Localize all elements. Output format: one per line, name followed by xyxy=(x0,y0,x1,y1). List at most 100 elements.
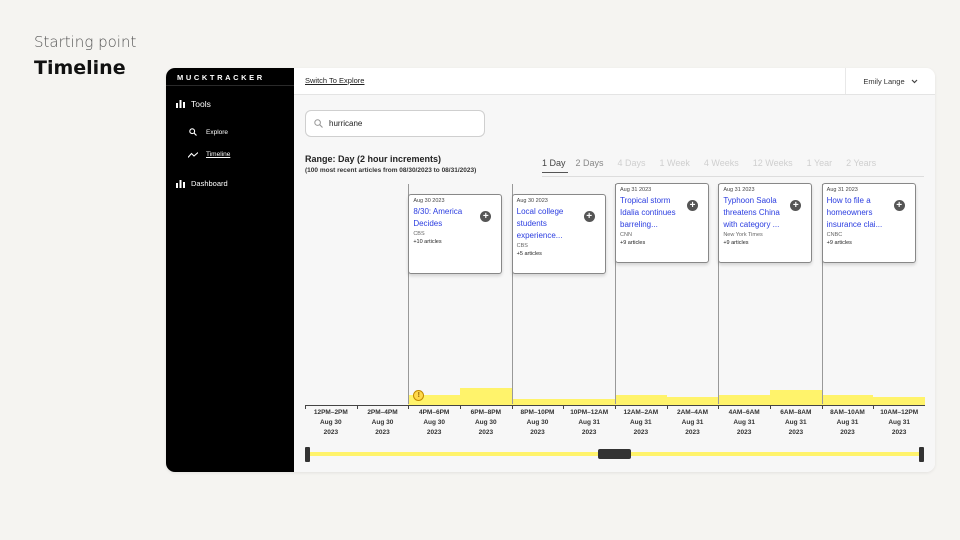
volume-bar xyxy=(770,390,822,405)
range-subtitle: (100 most recent articles from 08/30/202… xyxy=(305,167,477,174)
article-title[interactable]: Tropical storm Idalia continues barrelin… xyxy=(620,195,690,231)
bucket-day: Aug 30 xyxy=(371,419,394,426)
add-icon[interactable]: + xyxy=(583,211,595,222)
sidebar-item-explore[interactable]: Explore xyxy=(187,128,228,136)
chevron-down-icon xyxy=(911,77,918,86)
article-date: Aug 31 2023 xyxy=(723,187,755,193)
bucket-year: 2023 xyxy=(685,429,700,436)
range-tab-4-days[interactable]: 4 Days xyxy=(618,158,646,173)
sidebar-item-label: Explore xyxy=(206,128,229,136)
article-date: Aug 30 2023 xyxy=(516,198,548,204)
bucket-day: Aug 30 xyxy=(474,419,497,426)
article-title[interactable]: Local college students experience... xyxy=(517,206,587,242)
bucket-time: 6AM–8AM xyxy=(780,409,812,416)
article-title[interactable]: 8/30: America Decides xyxy=(413,206,483,230)
time-bucket-label: 12PM–2PM Aug 30 2023 xyxy=(305,408,357,438)
bucket-day: Aug 30 xyxy=(423,419,445,426)
trend-line-icon xyxy=(187,151,198,158)
bucket-year: 2023 xyxy=(323,429,339,436)
volume-bar xyxy=(666,397,719,405)
article-card[interactable]: Aug 31 2023 Typhoon Saola threatens China… xyxy=(718,183,813,263)
article-source: CBS xyxy=(516,243,528,249)
time-bucket-label: 6PM–8PM Aug 30 2023 xyxy=(460,408,512,438)
sidebar-item-timeline[interactable]: Timeline xyxy=(187,151,230,158)
range-tab-12-weeks[interactable]: 12 Weeks xyxy=(753,158,793,173)
user-menu[interactable]: Emily Lange xyxy=(845,68,935,94)
bucket-time: 10AM–12PM xyxy=(880,409,919,416)
search-icon xyxy=(314,115,323,133)
range-tab-4-weeks[interactable]: 4 Weeks xyxy=(704,158,739,173)
bucket-year: 2023 xyxy=(891,429,907,436)
range-tab-1-year[interactable]: 1 Year xyxy=(807,158,833,173)
main-panel: Switch To Explore Emily Lange Range: Day… xyxy=(294,68,935,472)
article-card[interactable]: Aug 30 2023 Local college students experi… xyxy=(511,194,606,274)
bucket-year: 2023 xyxy=(478,429,494,436)
volume-bar xyxy=(615,395,667,405)
bucket-day: Aug 31 xyxy=(733,419,755,426)
add-icon[interactable]: + xyxy=(480,211,492,222)
volume-bar xyxy=(873,397,925,405)
time-bucket-label: 2AM–4AM Aug 31 2023 xyxy=(667,408,719,438)
volume-bar xyxy=(460,388,512,405)
bar-chart-icon xyxy=(175,100,186,108)
timeline-scrollbar[interactable] xyxy=(305,446,924,462)
bucket-day: Aug 31 xyxy=(784,419,807,426)
scrollbar-left-handle[interactable] xyxy=(305,447,310,462)
add-icon[interactable]: + xyxy=(893,200,905,211)
article-date: Aug 31 2023 xyxy=(826,187,858,193)
search-box[interactable] xyxy=(305,110,485,137)
bucket-year: 2023 xyxy=(581,429,597,436)
bucket-day: Aug 31 xyxy=(836,419,859,426)
slide-subtitle: Starting point xyxy=(34,33,137,51)
brand-logo: MUCKTRACKER xyxy=(177,73,265,82)
time-bucket-label: 10AM–12PM Aug 31 2023 xyxy=(873,408,925,438)
scrollbar-thumb[interactable] xyxy=(598,449,631,459)
sidebar-item-label: Timeline xyxy=(206,151,231,158)
bucket-year: 2023 xyxy=(375,429,390,436)
range-tabs-divider xyxy=(542,176,924,177)
top-bar: Switch To Explore Emily Lange xyxy=(294,68,935,95)
user-name: Emily Lange xyxy=(863,76,905,86)
search-input[interactable] xyxy=(329,119,469,128)
sidebar-item-label: Dashboard xyxy=(191,179,228,188)
article-date: Aug 31 2023 xyxy=(620,187,652,193)
article-card[interactable]: Aug 31 2023 Tropical storm Idalia continu… xyxy=(615,183,709,263)
time-bucket-label: 4PM–6PM Aug 30 2023 xyxy=(408,408,460,438)
sidebar-item-label: Tools xyxy=(191,99,211,109)
article-card[interactable]: Aug 30 2023 8/30: America Decides CBS +10 a… xyxy=(408,194,503,274)
scrollbar-right-handle[interactable] xyxy=(919,447,924,462)
bucket-day: Aug 31 xyxy=(629,419,652,426)
bucket-time: 4AM–6AM xyxy=(728,409,760,416)
range-tab-1-week[interactable]: 1 Week xyxy=(660,158,690,173)
time-bucket-label: 12AM–2AM Aug 31 2023 xyxy=(615,408,667,438)
article-card[interactable]: Aug 31 2023 How to file a homeowners insu… xyxy=(821,183,916,263)
range-title: Range: Day (2 hour increments) xyxy=(305,154,442,164)
volume-bar xyxy=(821,395,874,405)
switch-to-explore-link[interactable]: Switch To Explore xyxy=(305,76,364,85)
article-count: +5 articles xyxy=(516,251,542,257)
add-icon[interactable]: + xyxy=(790,200,802,211)
range-tab-2-years[interactable]: 2 Years xyxy=(846,158,876,173)
bucket-year: 2023 xyxy=(736,429,752,436)
sidebar: MUCKTRACKER Tools Explore Timeline Dashb xyxy=(166,68,294,472)
app-window: MUCKTRACKER Tools Explore Timeline Dashb xyxy=(166,68,935,472)
range-tab-2-days[interactable]: 2 Days xyxy=(576,158,604,173)
article-count: +10 articles xyxy=(413,239,442,245)
bucket-year: 2023 xyxy=(788,429,804,436)
bucket-day: Aug 31 xyxy=(578,419,600,426)
bucket-time: 8AM–10AM xyxy=(830,409,865,416)
range-tab-1-day[interactable]: 1 Day xyxy=(542,158,568,173)
article-title[interactable]: Typhoon Saola threatens China with categ… xyxy=(723,195,793,231)
add-icon[interactable]: + xyxy=(687,200,698,211)
bucket-time: 4PM–6PM xyxy=(418,409,450,416)
time-bucket-label: 8AM–10AM Aug 31 2023 xyxy=(822,408,874,438)
time-bucket-label: 10PM–12AM Aug 31 2023 xyxy=(563,408,615,438)
bucket-time: 8PM–10PM xyxy=(520,409,555,416)
time-bucket-label: 6AM–8AM Aug 31 2023 xyxy=(770,408,822,438)
timeline-plot: Aug 30 2023 8/30: America Decides CBS +10 a… xyxy=(305,183,925,409)
sidebar-item-dashboard[interactable]: Dashboard xyxy=(175,179,228,188)
bucket-time: 12PM–2PM xyxy=(313,409,348,416)
sidebar-item-tools[interactable]: Tools xyxy=(175,99,211,109)
article-title[interactable]: How to file a homeowners insurance clai.… xyxy=(827,195,897,231)
article-count: +9 articles xyxy=(826,240,852,246)
